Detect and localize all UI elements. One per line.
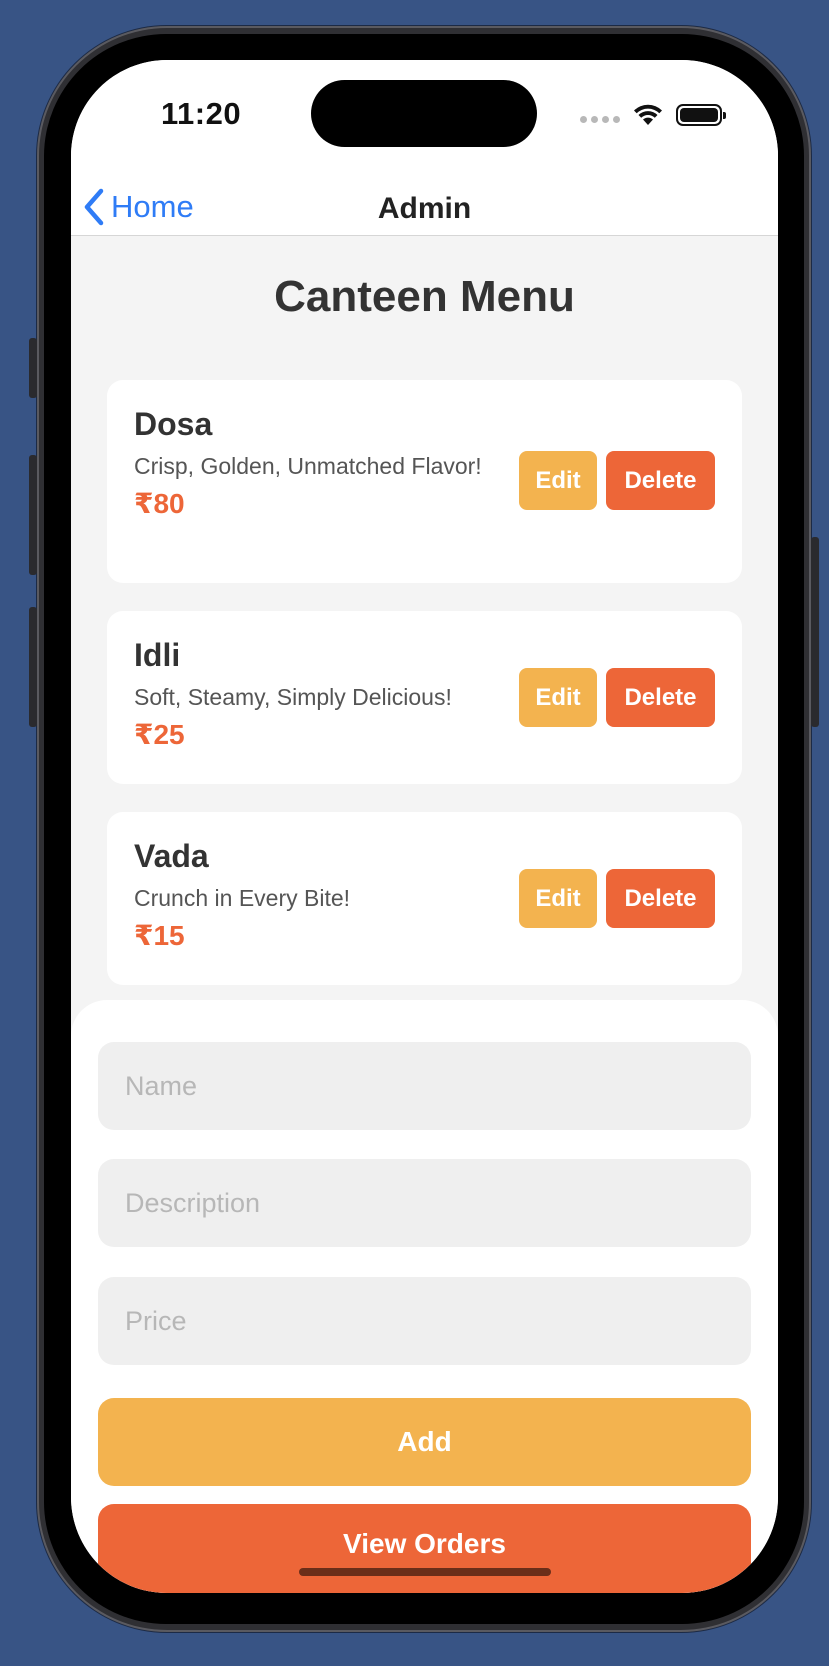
menu-item-info: Dosa Crisp, Golden, Unmatched Flavor! ₹8… <box>134 406 494 520</box>
menu-item-actions: Edit Delete <box>519 869 715 928</box>
dynamic-island <box>311 80 537 147</box>
delete-button[interactable]: Delete <box>606 668 715 727</box>
nav-title: Admin <box>377 192 472 225</box>
volume-down-button <box>29 607 37 727</box>
volume-up-button <box>29 455 37 575</box>
name-input[interactable] <box>98 1042 751 1130</box>
delete-button[interactable]: Delete <box>606 451 715 510</box>
cellular-signal-icon <box>580 115 620 123</box>
wifi-icon <box>634 104 662 125</box>
menu-item-actions: Edit Delete <box>519 668 715 727</box>
menu-item-price: ₹25 <box>134 719 185 750</box>
mute-switch <box>29 338 37 398</box>
description-input[interactable] <box>98 1159 751 1247</box>
price-input[interactable] <box>98 1277 751 1365</box>
edit-button[interactable]: Edit <box>519 451 597 510</box>
menu-item-description: Soft, Steamy, Simply Delicious! <box>134 684 452 710</box>
edit-button[interactable]: Edit <box>519 668 597 727</box>
add-button[interactable]: Add <box>98 1398 751 1486</box>
menu-item-info: Vada Crunch in Every Bite! ₹15 <box>134 838 494 952</box>
menu-item-description: Crisp, Golden, Unmatched Flavor! <box>134 453 482 479</box>
menu-card: Vada Crunch in Every Bite! ₹15 Edit Dele… <box>107 812 742 985</box>
navigation-bar: Home Admin <box>71 180 778 236</box>
menu-item-name: Dosa <box>134 406 213 442</box>
delete-button[interactable]: Delete <box>606 869 715 928</box>
status-bar: 11:20 <box>71 60 778 180</box>
home-indicator[interactable] <box>299 1568 551 1576</box>
menu-item-price: ₹15 <box>134 920 185 951</box>
battery-icon <box>676 104 726 126</box>
phone-screen: 11:20 Home Admin Canteen Menu Dosa Crisp… <box>71 60 778 1593</box>
menu-item-price: ₹80 <box>134 488 185 519</box>
menu-card: Dosa Crisp, Golden, Unmatched Flavor! ₹8… <box>107 380 742 583</box>
edit-button[interactable]: Edit <box>519 869 597 928</box>
power-button <box>811 537 819 727</box>
menu-item-description: Crunch in Every Bite! <box>134 885 351 911</box>
status-time: 11:20 <box>161 96 242 131</box>
menu-card: Idli Soft, Steamy, Simply Delicious! ₹25… <box>107 611 742 784</box>
menu-item-info: Idli Soft, Steamy, Simply Delicious! ₹25 <box>134 637 494 751</box>
status-indicators <box>580 100 726 130</box>
menu-item-name: Vada <box>134 838 209 874</box>
page-title: Canteen Menu <box>274 272 575 321</box>
menu-item-actions: Edit Delete <box>519 451 715 510</box>
view-orders-button[interactable]: View Orders <box>98 1504 751 1593</box>
menu-item-name: Idli <box>134 637 181 673</box>
